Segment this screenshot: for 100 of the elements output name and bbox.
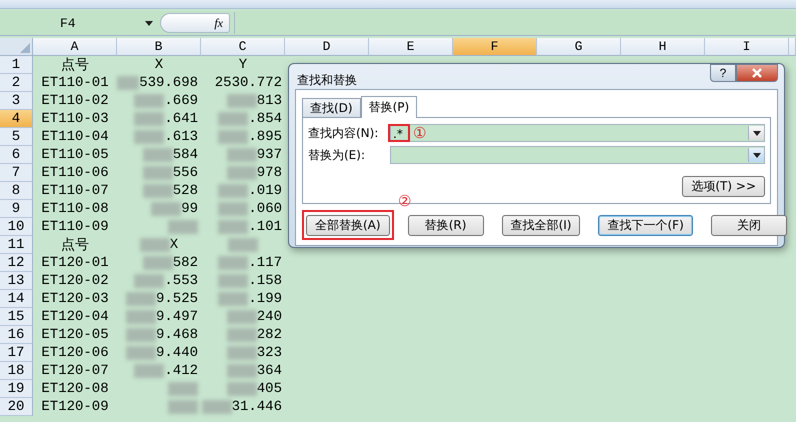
dialog-button[interactable]: 全部替换(A) xyxy=(306,215,390,236)
dialog-button[interactable]: 查找下一个(F) xyxy=(598,215,693,236)
table-cell: 528 xyxy=(172,183,198,199)
row-header[interactable]: 3 xyxy=(0,92,33,110)
tab[interactable]: 查找(D) xyxy=(302,98,361,117)
table-cell: ET110-01 xyxy=(41,75,109,91)
table-cell: .199 xyxy=(248,291,282,307)
table-cell: ET110-03 xyxy=(41,111,109,127)
table-cell: .895 xyxy=(248,129,282,145)
table-cell: .060 xyxy=(248,201,282,217)
table-cell: 584 xyxy=(172,147,198,163)
row-header[interactable]: 13 xyxy=(0,272,33,290)
options-button[interactable]: 选项(T) >> xyxy=(682,176,765,197)
table-cell: ET110-02 xyxy=(41,93,109,109)
column-header[interactable]: H xyxy=(621,38,705,56)
table-cell: .019 xyxy=(248,183,282,199)
close-icon xyxy=(751,68,763,78)
column-header[interactable]: F xyxy=(453,38,537,56)
table-cell: 282 xyxy=(256,327,282,343)
row-header[interactable]: 4 xyxy=(0,110,33,128)
table-cell: 323 xyxy=(256,345,282,361)
tab[interactable]: 替换(P) xyxy=(360,96,418,118)
row-header[interactable]: 1 xyxy=(0,56,33,74)
table-cell: 240 xyxy=(256,309,282,325)
table-cell: 9.468 xyxy=(156,327,198,343)
dropdown-icon[interactable] xyxy=(144,19,154,27)
table-cell: .412 xyxy=(164,363,198,379)
step-marker: ① xyxy=(413,126,426,140)
table-cell: ET120-02 xyxy=(41,273,109,289)
row-header[interactable]: 17 xyxy=(0,344,33,362)
table-cell: .613 xyxy=(164,129,198,145)
table-cell: .854 xyxy=(248,111,282,127)
table-cell: 31.446 xyxy=(232,399,282,415)
table-cell: ET120-04 xyxy=(41,309,109,325)
row-header[interactable]: 8 xyxy=(0,182,33,200)
table-cell: ET110-06 xyxy=(41,165,109,181)
table-cell: 539.698 xyxy=(139,75,198,91)
table-cell: ET110-09 xyxy=(41,219,109,235)
table-cell: .553 xyxy=(164,273,198,289)
table-cell: ET120-08 xyxy=(41,381,109,397)
row-header[interactable]: 6 xyxy=(0,146,33,164)
table-cell: .117 xyxy=(248,255,282,271)
function-button[interactable]: fx xyxy=(160,13,230,33)
row-header[interactable]: 2 xyxy=(0,74,33,92)
table-cell: 978 xyxy=(256,165,282,181)
table-cell-text: 点号 xyxy=(61,56,89,74)
row-header[interactable]: 15 xyxy=(0,308,33,326)
column-header[interactable]: G xyxy=(537,38,621,56)
table-cell: ET120-09 xyxy=(41,399,109,415)
table-cell: .669 xyxy=(164,93,198,109)
row-header[interactable]: 10 xyxy=(0,218,33,236)
table-cell: .641 xyxy=(164,111,198,127)
table-cell: .101 xyxy=(248,219,282,235)
row-header[interactable]: 20 xyxy=(0,398,33,416)
table-cell: X xyxy=(170,237,178,253)
table-cell: 99 xyxy=(181,201,198,217)
table-cell: .158 xyxy=(248,273,282,289)
table-cell: ET110-04 xyxy=(41,129,109,145)
dropdown-icon[interactable] xyxy=(748,126,764,140)
row-header[interactable]: 7 xyxy=(0,164,33,182)
column-header[interactable]: I xyxy=(705,38,789,56)
close-button[interactable] xyxy=(736,64,778,82)
table-cell: 9.525 xyxy=(156,291,198,307)
table-cell-text: 点号 xyxy=(61,236,89,254)
column-header[interactable]: B xyxy=(117,38,201,56)
table-cell: ET110-07 xyxy=(41,183,109,199)
dialog-button[interactable]: 替换(R) xyxy=(408,215,484,236)
table-cell: 9.497 xyxy=(156,309,198,325)
row-header[interactable]: 5 xyxy=(0,128,33,146)
dialog-button[interactable]: 关闭 xyxy=(710,215,787,236)
table-cell: X xyxy=(154,57,164,73)
table-cell: ET120-05 xyxy=(41,327,109,343)
table-cell: 2530.772 xyxy=(214,75,282,91)
row-header[interactable]: 9 xyxy=(0,200,33,218)
column-header[interactable]: C xyxy=(201,38,285,56)
table-cell: ET120-06 xyxy=(41,345,109,361)
row-header[interactable]: 14 xyxy=(0,290,33,308)
dialog-button[interactable]: 查找全部(I) xyxy=(502,215,580,236)
table-cell: 556 xyxy=(172,165,198,181)
dropdown-icon[interactable] xyxy=(748,148,764,162)
row-header[interactable]: 19 xyxy=(0,380,33,398)
help-button[interactable]: ? xyxy=(710,64,736,82)
row-header[interactable]: 18 xyxy=(0,362,33,380)
column-header[interactable]: A xyxy=(33,38,117,56)
column-header[interactable]: E xyxy=(369,38,453,56)
row-header[interactable]: 11 xyxy=(0,236,33,254)
row-header[interactable]: 12 xyxy=(0,254,33,272)
find-field[interactable]: .* ① xyxy=(390,124,765,142)
row-header[interactable]: 16 xyxy=(0,326,33,344)
column-header[interactable]: D xyxy=(285,38,369,56)
table-cell: 9.440 xyxy=(156,345,198,361)
table-cell: 937 xyxy=(256,147,282,163)
table-cell: ET110-08 xyxy=(41,201,109,217)
table-cell: 582 xyxy=(172,255,198,271)
table-cell: 405 xyxy=(256,381,282,397)
table-cell: 364 xyxy=(256,363,282,379)
field-label: 查找内容(N): xyxy=(308,124,380,142)
table-cell: ET120-03 xyxy=(41,291,109,307)
name-box[interactable]: F4 xyxy=(0,16,138,30)
replace-field[interactable] xyxy=(390,146,765,164)
